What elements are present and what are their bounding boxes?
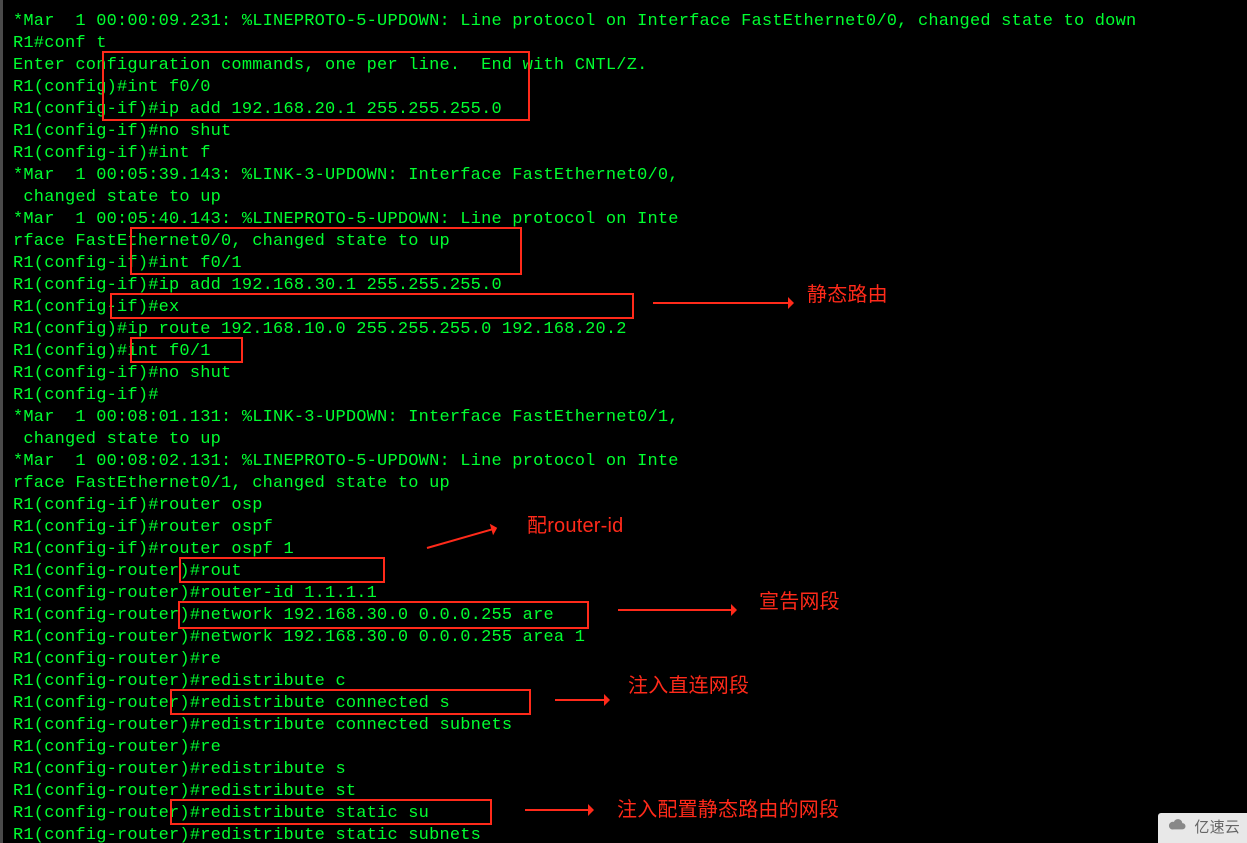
terminal-line: R1(config-if)#no shut — [13, 121, 1136, 143]
terminal-line: R1(config-if)#no shut — [13, 363, 1136, 385]
terminal-line: *Mar 1 00:05:39.143: %LINK-3-UPDOWN: Int… — [13, 165, 1136, 187]
terminal-line: rface FastEthernet0/0, changed state to … — [13, 231, 1136, 253]
terminal-line: changed state to up — [13, 187, 1136, 209]
terminal-line: R1(config-if)#ip add 192.168.20.1 255.25… — [13, 99, 1136, 121]
terminal-line: R1(config-if)#ip add 192.168.30.1 255.25… — [13, 275, 1136, 297]
terminal-line: R1(config)#int f0/1 — [13, 341, 1136, 363]
terminal-line: Enter configuration commands, one per li… — [13, 55, 1136, 77]
terminal-line: R1(config-router)#re — [13, 649, 1136, 671]
terminal-line: rface FastEthernet0/1, changed state to … — [13, 473, 1136, 495]
terminal-line: R1(config-if)#int f0/1 — [13, 253, 1136, 275]
terminal-line: R1#conf t — [13, 33, 1136, 55]
terminal-line: *Mar 1 00:00:09.231: %LINEPROTO-5-UPDOWN… — [13, 11, 1136, 33]
terminal-line: R1(config-router)#redistribute connected… — [13, 693, 1136, 715]
terminal-output[interactable]: *Mar 1 00:00:09.231: %LINEPROTO-5-UPDOWN… — [13, 11, 1136, 843]
terminal-line: R1(config-if)#ex — [13, 297, 1136, 319]
terminal-line: changed state to up — [13, 429, 1136, 451]
terminal-line: R1(config-router)#redistribute st — [13, 781, 1136, 803]
terminal-line: R1(config-if)#router osp — [13, 495, 1136, 517]
terminal-line: R1(config-router)#redistribute static su… — [13, 825, 1136, 843]
terminal-line: *Mar 1 00:05:40.143: %LINEPROTO-5-UPDOWN… — [13, 209, 1136, 231]
watermark-text: 亿速云 — [1194, 817, 1240, 839]
terminal-line: *Mar 1 00:08:02.131: %LINEPROTO-5-UPDOWN… — [13, 451, 1136, 473]
watermark: 亿速云 — [1158, 813, 1247, 843]
terminal-line: R1(config-router)#redistribute c — [13, 671, 1136, 693]
terminal-line: R1(config-router)#network 192.168.30.0 0… — [13, 605, 1136, 627]
cloud-icon — [1168, 817, 1188, 839]
terminal-line: R1(config-router)#rout — [13, 561, 1136, 583]
terminal-line: R1(config-if)# — [13, 385, 1136, 407]
terminal-line: R1(config-router)#network 192.168.30.0 0… — [13, 627, 1136, 649]
terminal-line: R1(config-if)#int f — [13, 143, 1136, 165]
terminal-line: R1(config)#ip route 192.168.10.0 255.255… — [13, 319, 1136, 341]
terminal-line: *Mar 1 00:08:01.131: %LINK-3-UPDOWN: Int… — [13, 407, 1136, 429]
terminal-line: R1(config-if)#router ospf 1 — [13, 539, 1136, 561]
terminal-line: R1(config)#int f0/0 — [13, 77, 1136, 99]
terminal-window: *Mar 1 00:00:09.231: %LINEPROTO-5-UPDOWN… — [0, 0, 1247, 843]
terminal-line: R1(config-router)#re — [13, 737, 1136, 759]
terminal-line: R1(config-router)#router-id 1.1.1.1 — [13, 583, 1136, 605]
terminal-line: R1(config-router)#redistribute s — [13, 759, 1136, 781]
terminal-line: R1(config-if)#router ospf — [13, 517, 1136, 539]
terminal-line: R1(config-router)#redistribute connected… — [13, 715, 1136, 737]
terminal-line: R1(config-router)#redistribute static su — [13, 803, 1136, 825]
